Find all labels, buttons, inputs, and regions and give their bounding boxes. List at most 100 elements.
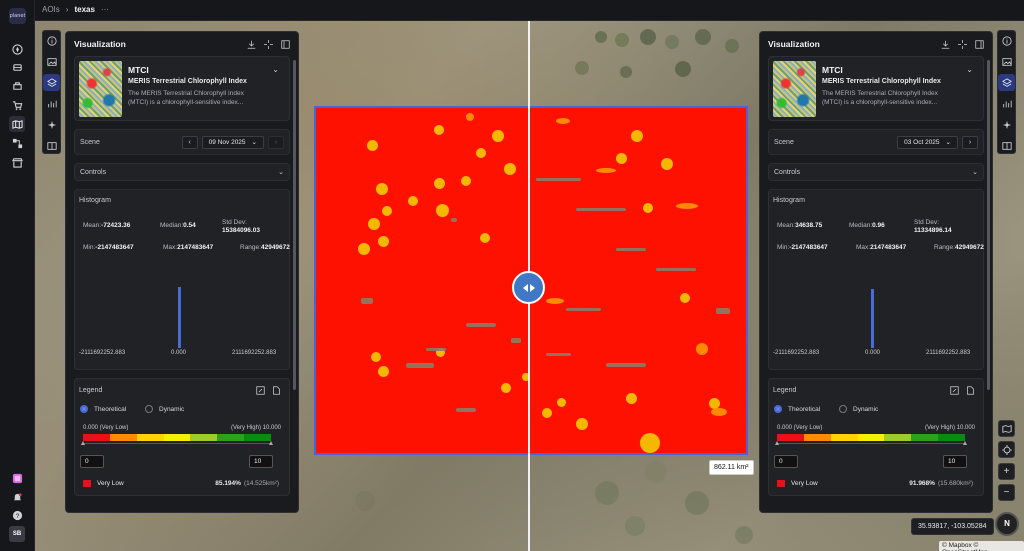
layers-icon[interactable] bbox=[998, 74, 1015, 91]
left-visualization-panel: Visualization MTCI MERIS Terrestrial Chl… bbox=[65, 31, 299, 513]
panel-title: Visualization bbox=[768, 39, 820, 49]
legend-max-input[interactable]: 10 bbox=[249, 455, 273, 468]
legend-theoretical-radio[interactable]: Theoretical bbox=[80, 405, 126, 413]
index-selector[interactable]: MTCI MERIS Terrestrial Chlorophyll Index… bbox=[768, 56, 984, 121]
histogram-card: Histogram Mean:34638.75 Median:0.96 Std … bbox=[768, 189, 984, 370]
cart-nav-icon[interactable] bbox=[9, 97, 25, 113]
orders-nav-icon[interactable] bbox=[9, 78, 25, 94]
app-switcher-icon[interactable] bbox=[9, 470, 25, 486]
stat-median: Median:0.96 bbox=[849, 222, 885, 229]
notifications-icon[interactable] bbox=[9, 489, 25, 505]
zoom-in-button[interactable]: + bbox=[998, 463, 1015, 480]
user-avatar[interactable]: SB bbox=[9, 526, 25, 542]
analytics-icon[interactable] bbox=[998, 95, 1015, 112]
image-icon[interactable] bbox=[43, 53, 60, 70]
legend-card: Legend Theoretical Dynamic 0.000 (Very L… bbox=[768, 378, 984, 496]
zoom-out-button[interactable]: − bbox=[998, 484, 1015, 501]
download-icon[interactable] bbox=[941, 40, 950, 49]
legend-min-input[interactable]: 0 bbox=[80, 455, 104, 468]
map-attribution[interactable]: © Mapbox © OpenStreetMap bbox=[939, 541, 1024, 551]
left-panel-toolstrip bbox=[42, 30, 61, 154]
scene-date-select[interactable]: 03 Oct 2025 ⌄ bbox=[897, 135, 958, 149]
panel-scrollbar[interactable] bbox=[293, 60, 296, 390]
legend-min-handle[interactable] bbox=[775, 441, 779, 445]
histogram-x-max: 2111692252.883 bbox=[232, 350, 277, 356]
satellite-nav-icon[interactable] bbox=[9, 59, 25, 75]
chevron-down-icon[interactable]: ⌄ bbox=[966, 65, 973, 74]
collapse-panel-icon[interactable] bbox=[975, 39, 984, 49]
breadcrumb-current: texas bbox=[74, 5, 95, 14]
layers-icon[interactable] bbox=[43, 74, 60, 91]
sparkle-icon[interactable] bbox=[998, 116, 1015, 133]
analytics-icon[interactable] bbox=[43, 95, 60, 112]
legend-theoretical-radio[interactable]: Theoretical bbox=[774, 405, 820, 413]
image-icon[interactable] bbox=[998, 53, 1015, 70]
split-view-icon[interactable] bbox=[43, 137, 60, 154]
map-style-button[interactable] bbox=[998, 420, 1015, 437]
swipe-handle[interactable] bbox=[512, 271, 545, 304]
controls-label: Controls bbox=[774, 168, 801, 176]
planet-logo[interactable]: planet bbox=[9, 8, 26, 24]
edit-icon[interactable] bbox=[256, 386, 265, 395]
help-icon[interactable]: ? bbox=[9, 507, 25, 523]
export-icon[interactable] bbox=[966, 386, 975, 395]
controls-accordion[interactable]: Controls ⌄ bbox=[768, 163, 984, 181]
locate-button[interactable] bbox=[998, 441, 1015, 458]
index-selector[interactable]: MTCI MERIS Terrestrial Chlorophyll Index… bbox=[74, 56, 290, 121]
class-swatch bbox=[777, 480, 785, 487]
collapse-panel-icon[interactable] bbox=[281, 39, 290, 49]
legend-slider-track[interactable] bbox=[777, 443, 965, 444]
compass-button[interactable]: N bbox=[995, 512, 1019, 536]
sparkle-icon[interactable] bbox=[43, 116, 60, 133]
class-name: Very Low bbox=[97, 480, 124, 487]
panel-scrollbar[interactable] bbox=[987, 60, 990, 390]
legend-high-label: (Very High) 10.000 bbox=[230, 425, 281, 431]
controls-accordion[interactable]: Controls ⌄ bbox=[74, 163, 290, 181]
ramp-segment bbox=[136, 434, 164, 441]
crosshair-icon[interactable] bbox=[958, 39, 967, 49]
compass-nav-icon[interactable] bbox=[9, 41, 25, 57]
legend-max-input[interactable]: 10 bbox=[943, 455, 967, 468]
stat-range: Range:42949672 bbox=[934, 244, 984, 251]
index-name: MERIS Terrestrial Chlorophyll Index bbox=[128, 78, 247, 85]
index-thumbnail bbox=[773, 61, 816, 117]
legend-high-label: (Very High) 10.000 bbox=[924, 425, 975, 431]
download-icon[interactable] bbox=[247, 40, 256, 49]
edit-icon[interactable] bbox=[950, 386, 959, 395]
swipe-left-arrow-icon bbox=[522, 283, 528, 292]
scene-date-select[interactable]: 09 Nov 2025 ⌄ bbox=[201, 135, 264, 149]
legend-min-input[interactable]: 0 bbox=[774, 455, 798, 468]
info-icon[interactable] bbox=[998, 32, 1015, 49]
scene-row: Scene ‹ 09 Nov 2025 ⌄ › bbox=[74, 129, 290, 155]
index-description: The MERIS Terrestrial Chlorophyll Index … bbox=[822, 90, 938, 106]
legend-slider-track[interactable] bbox=[83, 443, 271, 444]
next-scene-button[interactable]: › bbox=[268, 135, 284, 149]
scene-date: 09 Nov 2025 bbox=[208, 138, 246, 146]
crosshair-icon[interactable] bbox=[264, 39, 273, 49]
next-scene-button[interactable]: › bbox=[962, 135, 978, 149]
legend-max-handle[interactable] bbox=[269, 441, 273, 445]
map-nav-icon[interactable] bbox=[9, 116, 25, 132]
stat-min: Min:-2147483647 bbox=[777, 244, 828, 251]
export-icon[interactable] bbox=[272, 386, 281, 395]
store-nav-icon[interactable] bbox=[9, 154, 25, 170]
ramp-segment bbox=[83, 434, 110, 441]
stat-mean: Mean:34638.75 bbox=[777, 222, 823, 229]
legend-dynamic-radio[interactable]: Dynamic bbox=[145, 405, 184, 413]
histogram-bar bbox=[871, 289, 874, 348]
legend-color-ramp bbox=[777, 434, 966, 441]
legend-min-handle[interactable] bbox=[81, 441, 85, 445]
workflow-nav-icon[interactable] bbox=[9, 135, 25, 151]
previous-scene-button[interactable]: ‹ bbox=[181, 135, 198, 149]
legend-low-label: 0.000 (Very Low) bbox=[777, 425, 823, 431]
legend-title: Legend bbox=[79, 387, 103, 394]
legend-dynamic-radio[interactable]: Dynamic bbox=[839, 405, 878, 413]
info-icon[interactable] bbox=[43, 32, 60, 49]
chevron-down-icon[interactable]: ⌄ bbox=[272, 65, 279, 74]
ramp-segment bbox=[244, 434, 272, 441]
ramp-segment bbox=[777, 434, 804, 441]
split-view-icon[interactable] bbox=[998, 137, 1015, 154]
legend-max-handle[interactable] bbox=[963, 441, 967, 445]
breadcrumb-aois[interactable]: AOIs bbox=[42, 5, 60, 14]
more-options-icon[interactable]: ··· bbox=[101, 5, 109, 14]
